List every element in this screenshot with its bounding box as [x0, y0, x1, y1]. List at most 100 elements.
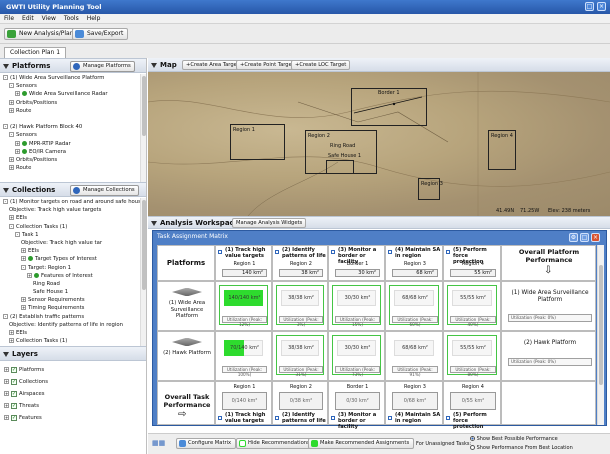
expand-icon[interactable]: +	[21, 297, 26, 303]
tree-item[interactable]: + Route	[0, 164, 140, 172]
menu-edit[interactable]: Edit	[18, 14, 38, 23]
menu-help[interactable]: Help	[83, 14, 105, 23]
checkbox-icon[interactable]: ✓	[11, 366, 17, 373]
platforms-scrollbar[interactable]	[140, 74, 146, 182]
assignment-cell[interactable]: 30/30 km² Utilization (Peak: 73%)	[328, 331, 385, 381]
tree-item[interactable]: + EO/IR Camera	[0, 148, 140, 156]
region-3[interactable]: Region 3	[418, 178, 443, 200]
assignment-cell[interactable]: 30/30 km² Utilization (Peak: 15%)	[328, 281, 385, 331]
tree-item[interactable]: - Collection Tasks (1)	[0, 223, 140, 231]
collections-header[interactable]: Collections Manage Collections	[0, 182, 146, 197]
layer-item[interactable]: + ✓ Threats	[0, 400, 140, 412]
expand-icon[interactable]: +	[9, 156, 14, 162]
task-header-4[interactable]: (4) Maintain SA in region Region 3 68 km²	[385, 245, 443, 281]
task-header-5[interactable]: (5) Perform force protection Region 4 55 k…	[443, 245, 501, 281]
layers-header[interactable]: Layers	[0, 346, 146, 361]
collapse-icon[interactable]	[3, 352, 9, 357]
tree-item[interactable]: + EEIs	[0, 329, 140, 337]
expand-icon[interactable]: +	[9, 165, 14, 171]
assignment-cell[interactable]: 55/55 km² Utilization (Peak: 40%)	[443, 281, 501, 331]
collapse-icon[interactable]: -	[9, 132, 14, 138]
tree-item[interactable]: + Orbits/Positions	[0, 99, 140, 107]
checkbox-icon[interactable]: ✓	[11, 390, 17, 397]
manage-analysis-widgets-button[interactable]: Manage Analysis Widgets	[232, 218, 307, 228]
collapse-icon[interactable]: -	[9, 83, 14, 89]
layer-item[interactable]: + ✓ Features	[0, 412, 140, 424]
expand-icon[interactable]: +	[4, 415, 9, 420]
tree-item[interactable]: - (1) Wide Area Surveillance Platform	[0, 74, 140, 82]
platforms-header[interactable]: Platforms Manage Platforms	[0, 58, 146, 73]
task-header-3[interactable]: (3) Monitor a border or facility Border 1…	[328, 245, 385, 281]
layer-item[interactable]: + ✓ Airspaces	[0, 388, 140, 400]
assignment-cell[interactable]: 38/38 km² Utilization (Peak: 31%)	[272, 331, 328, 381]
collapse-icon[interactable]	[3, 64, 9, 69]
close-icon[interactable]: ×	[591, 233, 600, 242]
save-export-button[interactable]: Save/Export	[72, 28, 129, 40]
collapse-icon[interactable]: -	[9, 223, 14, 229]
expand-icon[interactable]: +	[15, 140, 20, 146]
expand-icon[interactable]: +	[15, 148, 20, 154]
restore-icon[interactable]: □	[585, 2, 594, 11]
expand-icon[interactable]: +	[4, 403, 9, 408]
checkbox-icon[interactable]: ✓	[11, 414, 17, 421]
checkbox-icon[interactable]: ✓	[11, 402, 17, 409]
make-recommended-assignments-button[interactable]: Make Recommended Assignments	[308, 438, 415, 449]
tree-item[interactable]: - Target: Region 1	[0, 264, 140, 272]
collapse-icon[interactable]: -	[21, 264, 26, 270]
tree-item[interactable]: - Sensors	[0, 131, 140, 139]
manage-platforms-button[interactable]: Manage Platforms	[70, 61, 135, 72]
tree-item[interactable]: + Features of Interest	[0, 272, 140, 280]
task-header-2[interactable]: (2) Identify patterns of life Region 2 38 …	[272, 245, 328, 281]
tree-item[interactable]	[0, 115, 140, 123]
tree-item[interactable]: + Timing Requirements	[0, 304, 140, 312]
create-loc-target-button[interactable]: +Create LOC Target	[291, 60, 351, 70]
assignment-cell[interactable]: 140/140 km² Utilization (Peak: 12%)	[215, 281, 272, 331]
collapse-icon[interactable]	[3, 188, 9, 193]
layer-item[interactable]: + ✓ Platforms	[0, 364, 140, 376]
tree-item[interactable]: Safe House 1	[0, 288, 140, 296]
collapse-icon[interactable]	[151, 63, 157, 68]
tree-item[interactable]: - (2) Hawk Platform Block 40	[0, 123, 140, 131]
checkbox-icon[interactable]: ✓	[11, 378, 17, 385]
collapse-icon[interactable]: -	[3, 124, 8, 130]
tree-item[interactable]: + Route	[0, 107, 140, 115]
menu-tools[interactable]: Tools	[60, 14, 83, 23]
tree-item[interactable]: - (1) Monitor targets on road and around …	[0, 198, 140, 206]
hide-recommendations-button[interactable]: Hide Recommendations	[236, 438, 315, 449]
assignment-cell[interactable]: 70/140 km² Utilization (Peak: 100%)	[215, 331, 272, 381]
tree-item[interactable]: + Wide Area Surveillance Radar	[0, 90, 140, 98]
option-best-location[interactable]: Show Performance From Best Location	[470, 445, 573, 451]
tree-item[interactable]: + MPR-RTIP Radar	[0, 140, 140, 148]
grid-icon[interactable]: ▦▦	[152, 439, 165, 447]
map-view[interactable]: Border 1 Region 1 Region 2 Ring Road Saf…	[148, 72, 610, 216]
expand-icon[interactable]: +	[27, 272, 32, 278]
tree-item[interactable]: - Task 1	[0, 231, 140, 239]
tree-item[interactable]: Objective: Track high value targets	[0, 206, 140, 214]
expand-icon[interactable]: +	[21, 256, 26, 262]
expand-icon[interactable]: +	[9, 330, 14, 335]
close-icon[interactable]: ×	[597, 2, 606, 11]
expand-icon[interactable]: +	[4, 379, 9, 384]
tree-item[interactable]: + EEIs	[0, 247, 140, 255]
configure-matrix-button[interactable]: Configure Matrix	[176, 438, 237, 449]
tab-collection-plan[interactable]: Collection Plan 1	[4, 47, 67, 58]
expand-icon[interactable]: +	[9, 215, 14, 221]
assignment-cell[interactable]: 38/38 km² Utilization (Peak: 3%)	[272, 281, 328, 331]
create-area-target-button[interactable]: +Create Area Target	[182, 60, 243, 70]
tree-item[interactable]: Objective: Track high value tar	[0, 239, 140, 247]
collapse-icon[interactable]	[151, 221, 157, 226]
collapse-icon[interactable]: -	[15, 231, 20, 237]
tree-item[interactable]: - Sensors	[0, 82, 140, 90]
tree-item[interactable]: + Collection Tasks (1)	[0, 337, 140, 345]
create-point-target-button[interactable]: +Create Point Target	[236, 60, 298, 70]
layer-item[interactable]: + ✓ Collections	[0, 376, 140, 388]
tree-item[interactable]: Ring Road	[0, 280, 140, 288]
menu-view[interactable]: View	[38, 14, 60, 23]
tree-item[interactable]: Objective: Identify patterns of life in …	[0, 321, 140, 329]
tree-item[interactable]: + Sensor Requirements	[0, 296, 140, 304]
assignment-cell[interactable]: 68/68 km² Utilization (Peak: 91%)	[385, 331, 443, 381]
expand-icon[interactable]: +	[21, 248, 26, 254]
region-1[interactable]: Region 1	[230, 124, 285, 160]
new-analysis-button[interactable]: New Analysis/Plan	[4, 28, 79, 40]
manage-collections-button[interactable]: Manage Collections	[70, 185, 139, 196]
